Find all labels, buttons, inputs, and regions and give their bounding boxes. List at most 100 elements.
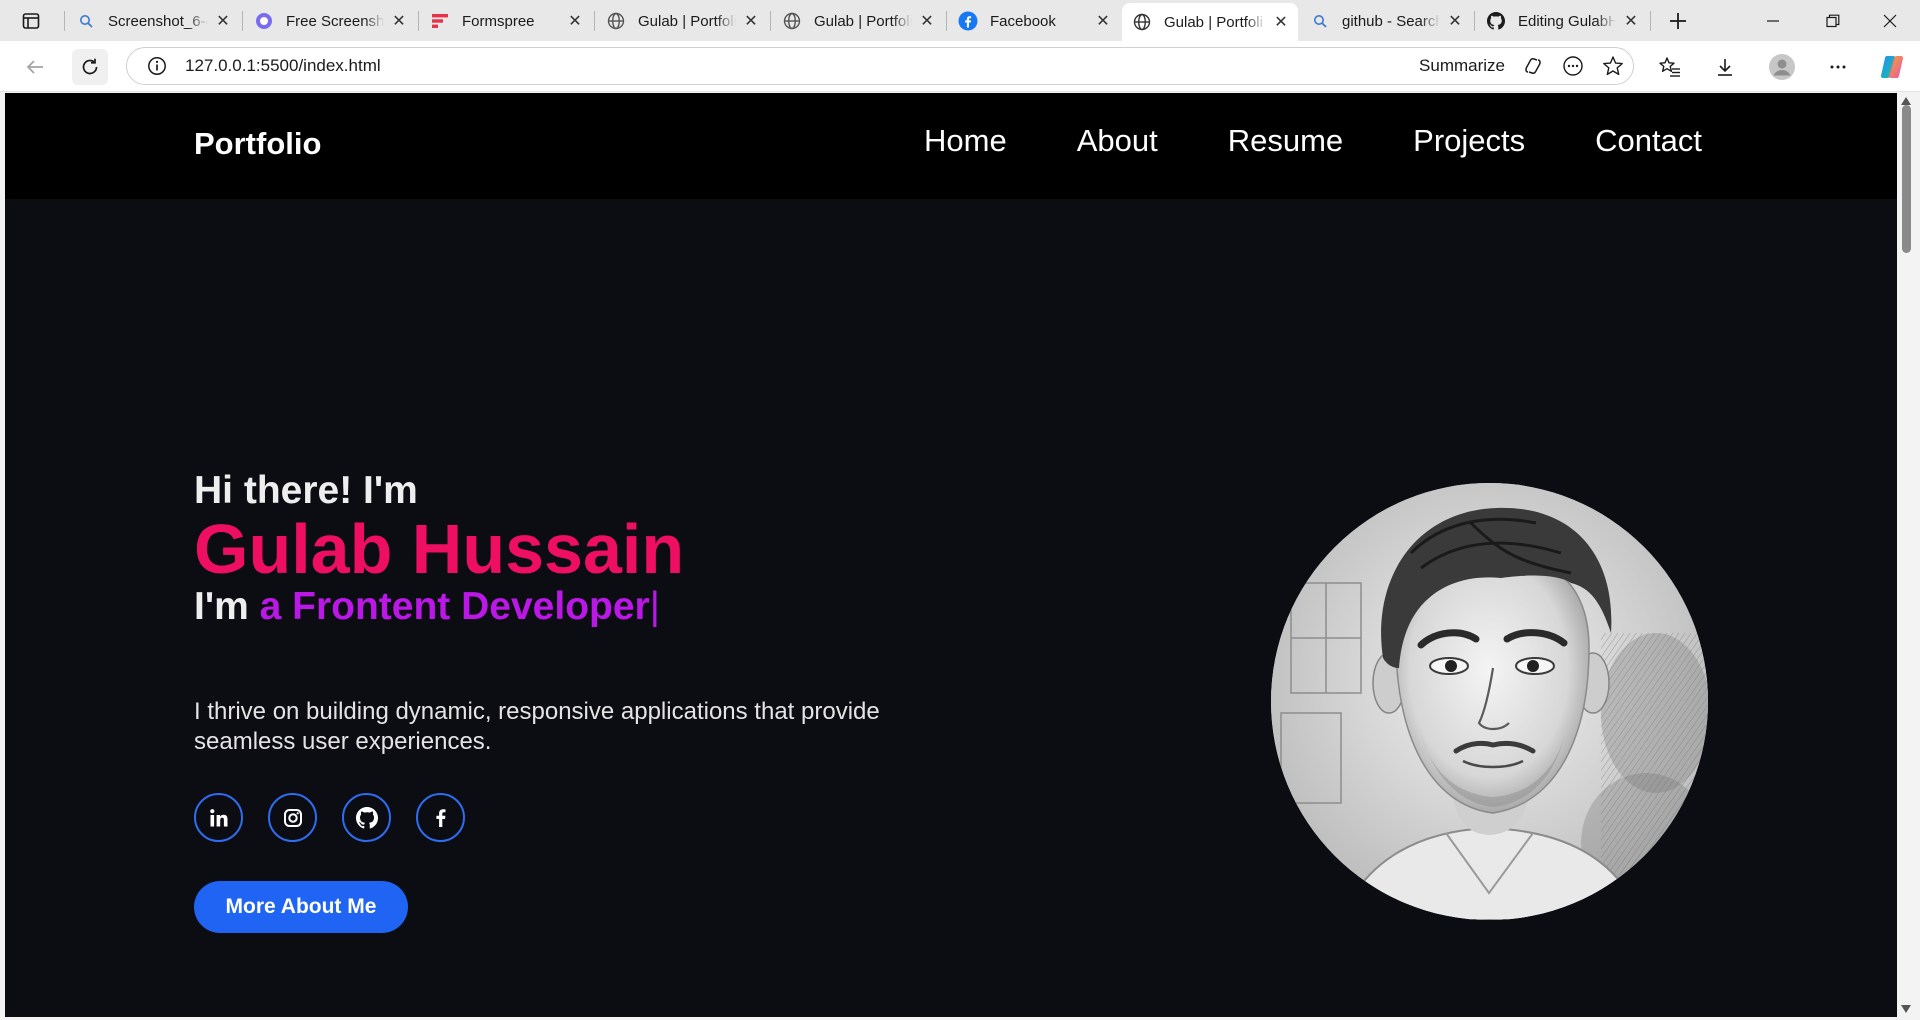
globe-icon bbox=[606, 11, 626, 31]
more-about-me-button[interactable]: More About Me bbox=[194, 881, 408, 933]
tab[interactable]: Formspree ✕ bbox=[420, 5, 592, 37]
tab-title: github - Search bbox=[1342, 12, 1440, 30]
tab-active[interactable]: Gulab | Portfoli ✕ bbox=[1122, 3, 1298, 41]
sidebar-toggle-icon bbox=[22, 12, 40, 29]
main-nav: Home About Resume Projects Contact bbox=[924, 123, 1702, 159]
nav-link-projects[interactable]: Projects bbox=[1413, 123, 1525, 159]
tab[interactable]: Gulab | Portfoli ✕ bbox=[596, 5, 768, 37]
summarize-label[interactable]: Summarize bbox=[1419, 56, 1505, 76]
tab-title: Facebook bbox=[990, 12, 1056, 30]
tab[interactable]: github - Search ✕ bbox=[1300, 5, 1472, 37]
tab-strip: Screenshot_6-4 ✕ Free Screensho ✕ Formsp… bbox=[0, 0, 1920, 41]
screenshot-site-icon bbox=[254, 11, 274, 31]
tab[interactable]: Screenshot_6-4 ✕ bbox=[66, 5, 240, 37]
github-link[interactable] bbox=[342, 793, 391, 842]
github-icon bbox=[1486, 11, 1506, 31]
hero-greeting: Hi there! I'm bbox=[194, 469, 418, 512]
hero-role: I'm a Frontent Developer| bbox=[194, 585, 660, 629]
nav-link-resume[interactable]: Resume bbox=[1228, 123, 1343, 159]
copilot-button[interactable] bbox=[1874, 49, 1910, 85]
downloads-button[interactable] bbox=[1707, 49, 1743, 85]
tab-separator bbox=[418, 11, 419, 31]
close-icon bbox=[1883, 14, 1897, 27]
close-tab-icon[interactable]: ✕ bbox=[1622, 12, 1640, 30]
back-arrow-icon bbox=[26, 60, 43, 74]
globe-icon bbox=[782, 11, 802, 31]
facebook-link[interactable] bbox=[416, 793, 465, 842]
nav-link-home[interactable]: Home bbox=[924, 123, 1007, 159]
site-brand[interactable]: Portfolio bbox=[194, 126, 321, 162]
settings-menu-button[interactable] bbox=[1820, 49, 1856, 85]
reload-button[interactable] bbox=[72, 49, 108, 85]
github-icon bbox=[355, 806, 378, 828]
facebook-icon bbox=[435, 808, 445, 827]
restore-icon bbox=[1826, 14, 1840, 27]
close-tab-icon[interactable]: ✕ bbox=[1272, 13, 1290, 31]
hero-description: I thrive on building dynamic, responsive… bbox=[194, 698, 880, 755]
tab-title: Gulab | Portfoli bbox=[638, 12, 736, 30]
page-scrollbar[interactable] bbox=[1897, 93, 1915, 1017]
close-tab-icon[interactable]: ✕ bbox=[742, 12, 760, 30]
profile-photo bbox=[1271, 483, 1708, 920]
copilot-summarize-icon[interactable] bbox=[1513, 48, 1553, 84]
close-tab-icon[interactable]: ✕ bbox=[1094, 12, 1112, 30]
address-bar[interactable]: 127.0.0.1:5500/index.html Summarize bbox=[126, 47, 1634, 85]
hero-role-prefix: I'm bbox=[194, 585, 249, 628]
tab-separator bbox=[242, 11, 243, 31]
more-horizontal-icon bbox=[1830, 65, 1846, 69]
tab-title: Editing GulabH bbox=[1518, 12, 1616, 30]
tab-title: Gulab | Portfoli bbox=[814, 12, 912, 30]
tab[interactable]: Gulab | Portfoli ✕ bbox=[772, 5, 944, 37]
close-tab-icon[interactable]: ✕ bbox=[1446, 12, 1464, 30]
tab-title: Free Screensho bbox=[286, 12, 384, 30]
close-tab-icon[interactable]: ✕ bbox=[214, 12, 232, 30]
tab[interactable]: Free Screensho ✕ bbox=[244, 5, 416, 37]
close-tab-icon[interactable]: ✕ bbox=[918, 12, 936, 30]
scroll-down-icon[interactable] bbox=[1901, 1004, 1911, 1014]
more-options-circle-icon[interactable] bbox=[1553, 48, 1593, 84]
favorite-star-icon[interactable] bbox=[1593, 48, 1633, 84]
tab-title: Formspree bbox=[462, 12, 535, 30]
search-icon bbox=[76, 11, 96, 31]
browser-toolbar: 127.0.0.1:5500/index.html Summarize bbox=[0, 41, 1920, 92]
close-tab-icon[interactable]: ✕ bbox=[566, 12, 584, 30]
tab[interactable]: Editing GulabH ✕ bbox=[1476, 5, 1648, 37]
close-window-button[interactable] bbox=[1862, 0, 1918, 41]
copilot-icon bbox=[1880, 56, 1904, 78]
close-tab-icon[interactable]: ✕ bbox=[390, 12, 408, 30]
globe-icon bbox=[1132, 12, 1152, 32]
site-navbar: Portfolio Home About Resume Projects Con… bbox=[5, 93, 1897, 199]
typing-caret: | bbox=[649, 585, 660, 628]
instagram-link[interactable] bbox=[268, 793, 317, 842]
tab-separator bbox=[770, 11, 771, 31]
formspree-icon bbox=[430, 11, 450, 31]
profile-button[interactable] bbox=[1764, 49, 1800, 85]
nav-link-about[interactable]: About bbox=[1077, 123, 1158, 159]
tab-separator bbox=[1474, 11, 1475, 31]
tab[interactable]: Facebook ✕ bbox=[948, 5, 1120, 37]
minimize-button[interactable] bbox=[1745, 0, 1801, 41]
facebook-icon bbox=[958, 11, 978, 31]
download-icon bbox=[1718, 59, 1732, 76]
social-links bbox=[194, 793, 465, 842]
hero-name: Gulab Hussain bbox=[194, 510, 685, 588]
nav-link-contact[interactable]: Contact bbox=[1595, 123, 1702, 159]
back-button[interactable] bbox=[17, 49, 53, 85]
search-icon bbox=[1310, 11, 1330, 31]
tab-separator bbox=[64, 11, 65, 31]
linkedin-link[interactable] bbox=[194, 793, 243, 842]
favorites-list-icon bbox=[1659, 57, 1680, 77]
tab-actions-button[interactable] bbox=[0, 0, 62, 41]
tab-separator bbox=[946, 11, 947, 31]
minimize-icon bbox=[1767, 19, 1779, 22]
restore-button[interactable] bbox=[1805, 0, 1861, 41]
hero-role-typed: a Frontent Developer bbox=[259, 585, 650, 628]
new-tab-button[interactable] bbox=[1662, 5, 1694, 37]
site-info-icon[interactable] bbox=[137, 56, 177, 76]
tab-title: Screenshot_6-4 bbox=[108, 12, 208, 30]
url-text[interactable]: 127.0.0.1:5500/index.html bbox=[185, 56, 1419, 76]
page-viewport: Portfolio Home About Resume Projects Con… bbox=[5, 93, 1897, 1017]
favorites-button[interactable] bbox=[1652, 49, 1688, 85]
reload-icon bbox=[82, 58, 98, 75]
scrollbar-thumb[interactable] bbox=[1902, 105, 1911, 253]
